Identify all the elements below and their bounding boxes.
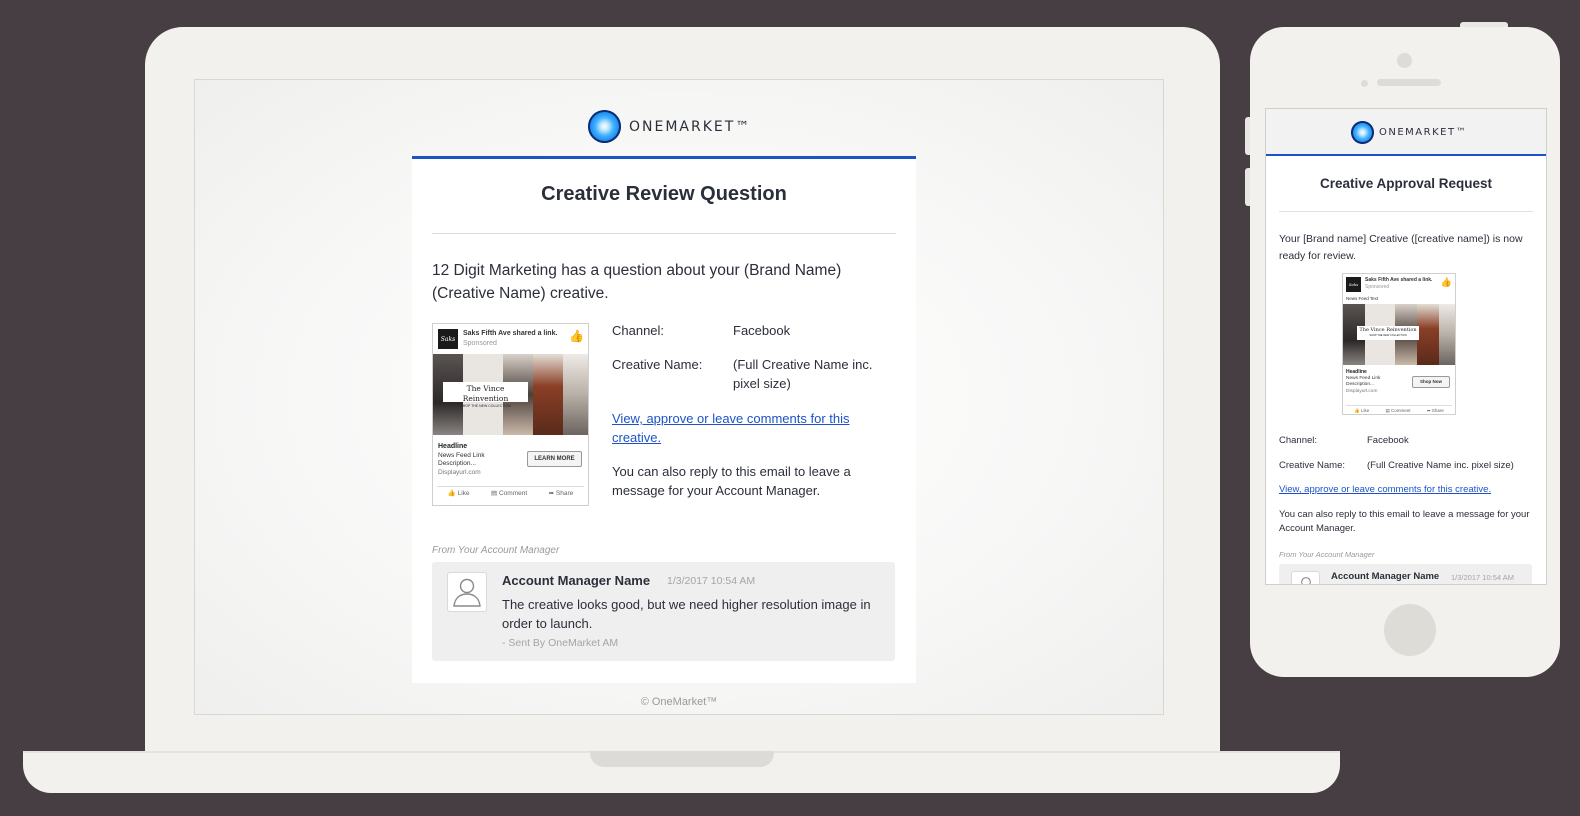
detail-label: Creative Name: xyxy=(1279,460,1345,471)
message-signature: - Sent By OneMarket AM xyxy=(502,637,619,649)
ad-banner: The Vince Reinvention SHOP THE NEW COLLE… xyxy=(1357,326,1419,340)
ad-news-feed-text: News Feed Text xyxy=(1346,296,1379,301)
ad-description: News Feed Link Description... xyxy=(1346,376,1381,387)
ad-header-text: Saks Fifth Ave shared a link. Sponsored xyxy=(1365,277,1432,291)
phone-home-button[interactable] xyxy=(1384,604,1436,656)
ad-image: The Vince Reinvention SHOP THE NEW COLLE… xyxy=(1343,304,1455,365)
ad-action-share[interactable]: ➦ Share xyxy=(1427,406,1444,414)
email-footer: © OneMarket™ xyxy=(640,696,718,708)
ad-action-like[interactable]: 👍 Like xyxy=(448,487,470,501)
ad-sponsored-label: Sponsored xyxy=(1365,284,1390,290)
title-divider xyxy=(432,233,896,234)
email-card: Creative Review Question 12 Digit Market… xyxy=(412,156,916,683)
detail-label: Creative Name: xyxy=(612,357,703,372)
ad-action-like[interactable]: 👍 Like xyxy=(1354,406,1369,414)
onemarket-logo: ONEMARKET™ xyxy=(1351,121,1467,144)
message-timestamp: 1/3/2017 10:54 AM xyxy=(667,575,756,587)
ad-banner-title: The Vince Reinvention xyxy=(1359,327,1417,333)
detail-value: Facebook xyxy=(733,323,791,338)
account-manager-message: Account Manager Name 1/3/2017 10:54 AM T… xyxy=(432,562,895,661)
email-intro: 12 Digit Marketing has a question about … xyxy=(432,262,842,302)
logo-text: ONEMARKET™ xyxy=(1379,127,1468,138)
ad-sponsored-label: Sponsored xyxy=(463,340,497,347)
brand-logo: Saks xyxy=(438,329,458,349)
user-icon xyxy=(1300,576,1311,584)
onemarket-logo: ONEMARKET™ xyxy=(588,110,751,143)
ad-image: The Vince Reinvention SHOP THE NEW COLLE… xyxy=(433,354,588,435)
ad-action-comment[interactable]: ▤ Comment xyxy=(491,487,527,501)
ad-cta-button[interactable]: Shop Now xyxy=(1412,376,1450,388)
onemarket-logo-icon xyxy=(588,110,621,143)
from-label: From Your Account Manager xyxy=(432,545,560,556)
from-label: From Your Account Manager xyxy=(1279,550,1375,559)
review-link[interactable]: View, approve or leave comments for this… xyxy=(612,409,872,447)
laptop-hinge-notch xyxy=(590,751,774,767)
detail-value: Facebook xyxy=(1367,435,1409,446)
phone-sensor xyxy=(1361,80,1368,87)
logo-text: ONEMARKET™ xyxy=(629,118,752,135)
ad-header-text: Saks Fifth Ave shared a link. Sponsored xyxy=(463,329,557,349)
ad-banner: The Vince Reinvention SHOP THE NEW COLLE… xyxy=(443,382,528,408)
reply-note: You can also reply to this email to leav… xyxy=(1279,509,1530,534)
ad-header: Saks Saks Fifth Ave shared a link. Spons… xyxy=(433,324,588,350)
ad-actions: 👍 Like ▤ Comment ➦ Share xyxy=(1346,405,1452,414)
thumbs-up-icon: 👍 xyxy=(569,329,584,343)
detail-value: (Full Creative Name inc. pixel size) xyxy=(1367,460,1514,471)
detail-value: (Full Creative Name inc. pixel size) xyxy=(733,357,873,391)
ad-headline: Headline xyxy=(1346,369,1367,375)
user-icon xyxy=(453,578,481,607)
creative-preview[interactable]: Saks Saks Fifth Ave shared a link. Spons… xyxy=(1342,273,1456,415)
ad-footer: Headline News Feed Link Description... D… xyxy=(433,435,588,486)
email-card: Creative Approval Request Your [Brand na… xyxy=(1266,154,1546,584)
avatar xyxy=(447,572,487,612)
ad-banner-sub: SHOP THE NEW COLLECTION xyxy=(460,404,511,408)
detail-label: Channel: xyxy=(612,323,665,338)
ad-display-url: Displayurl.com xyxy=(438,469,481,476)
reply-note: You can also reply to this email to leav… xyxy=(612,464,851,498)
detail-label: Channel: xyxy=(1279,435,1318,446)
ad-banner-sub: SHOP THE NEW COLLECTION xyxy=(1369,334,1407,337)
phone-speaker xyxy=(1377,79,1441,86)
ad-action-share[interactable]: ➦ Share xyxy=(549,487,574,501)
laptop-screen: ONEMARKET™ Creative Review Question 12 D… xyxy=(194,79,1164,715)
ad-header: Saks Saks Fifth Ave shared a link. Spons… xyxy=(1343,274,1455,296)
phone-screen: ONEMARKET™ Creative Approval Request You… xyxy=(1265,108,1547,585)
creative-preview[interactable]: Saks Saks Fifth Ave shared a link. Spons… xyxy=(432,323,589,506)
message-timestamp: 1/3/2017 10:54 AM xyxy=(1451,573,1514,582)
email-intro: Your [Brand name] Creative ([creative na… xyxy=(1279,233,1523,262)
ad-description: News Feed Link Description... xyxy=(438,452,485,467)
ad-shared-text: Saks Fifth Ave shared a link. xyxy=(1365,277,1433,283)
thumbs-up-icon: 👍 xyxy=(1440,277,1452,287)
account-manager-message: Account Manager Name 1/3/2017 10:54 AM xyxy=(1279,564,1532,584)
ad-actions: 👍 Like ▤ Comment ➦ Share xyxy=(437,486,584,501)
message-body: The creative looks good, but we need hig… xyxy=(502,597,871,631)
message-author: Account Manager Name xyxy=(1331,571,1440,582)
ad-cta-button[interactable]: LEARN MORE xyxy=(527,451,582,467)
ad-shared-text: Saks Fifth Ave shared a link. xyxy=(463,330,558,337)
ad-footer: Headline News Feed Link Description... D… xyxy=(1343,365,1455,405)
title-divider xyxy=(1279,211,1533,212)
email-title: Creative Review Question xyxy=(541,183,787,205)
ad-banner-title: The Vince Reinvention xyxy=(462,384,509,403)
phone-camera xyxy=(1397,53,1412,68)
ad-action-comment[interactable]: ▤ Comment xyxy=(1386,406,1411,414)
review-link[interactable]: View, approve or leave comments for this… xyxy=(1279,483,1491,497)
brand-logo: Saks xyxy=(1346,277,1361,292)
avatar xyxy=(1291,571,1320,584)
ad-display-url: Displayurl.com xyxy=(1346,389,1378,394)
message-author: Account Manager Name xyxy=(502,573,651,588)
onemarket-logo-icon xyxy=(1351,121,1374,144)
email-title: Creative Approval Request xyxy=(1319,176,1493,191)
